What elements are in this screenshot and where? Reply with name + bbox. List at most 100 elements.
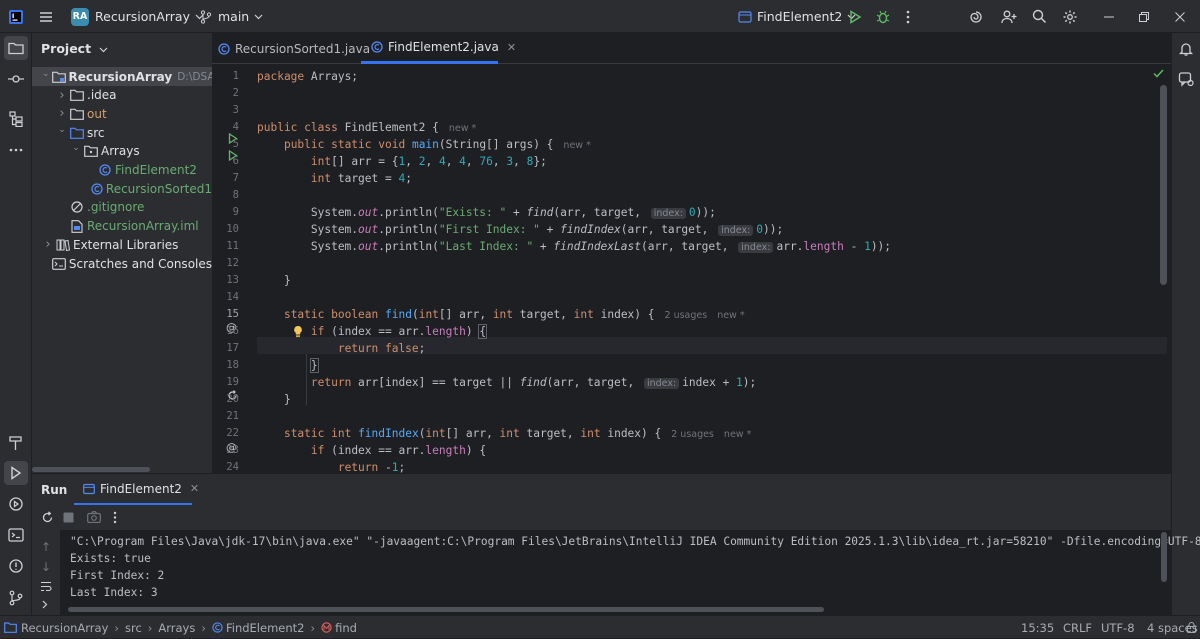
line-number[interactable]: 11 [209, 240, 239, 252]
readonly-lock-icon[interactable] [1187, 616, 1196, 639]
line-number[interactable]: 1 [209, 70, 239, 82]
file-encoding[interactable]: UTF-8 [1101, 616, 1135, 639]
chevron-right-icon[interactable]: › [56, 88, 68, 103]
more-vertical-icon[interactable] [113, 511, 117, 524]
ai-assistant-button[interactable] [968, 0, 984, 33]
tree-item-out[interactable]: › out [32, 104, 212, 123]
soft-wrap-icon[interactable] [40, 581, 52, 592]
chevron-right-icon[interactable]: › [42, 237, 54, 252]
breadcrumb-item[interactable]: Arrays [158, 621, 195, 635]
run-configuration-selector[interactable]: FindElement2 [738, 0, 856, 33]
line-number[interactable]: 9 [209, 206, 239, 218]
commit-tool-button[interactable] [4, 67, 28, 91]
tab-recursion-sorted1[interactable]: RecursionSorted1.java [218, 33, 370, 64]
close-tab-icon[interactable]: ✕ [190, 482, 199, 495]
line-separator[interactable]: CRLF [1063, 616, 1092, 639]
line-number[interactable]: 10 [209, 223, 239, 235]
arrow-up-icon[interactable]: ↑ [41, 540, 51, 554]
project-horizontal-scrollbar[interactable] [32, 466, 212, 473]
services-tool-button[interactable] [4, 492, 28, 516]
line-number[interactable]: 2 [209, 87, 239, 99]
caret-position[interactable]: 15:35 [1021, 616, 1054, 639]
line-number[interactable]: 6 [209, 155, 239, 167]
restore-button[interactable] [1139, 0, 1149, 33]
project-tool-button[interactable] [4, 36, 28, 60]
problems-tool-button[interactable] [4, 554, 28, 578]
line-number[interactable]: 15 [209, 308, 239, 320]
debug-button[interactable] [876, 0, 890, 33]
project-switcher[interactable]: RA RecursionArray [71, 0, 204, 33]
line-number[interactable]: 19 [209, 376, 239, 388]
minimize-button[interactable] [1104, 0, 1114, 33]
line-number[interactable]: 17 [209, 342, 239, 354]
scrollbar-thumb[interactable] [32, 467, 150, 472]
tree-item-recursionarray[interactable]: ⌄ RecursionArray D:\DSA\R [32, 67, 212, 86]
structure-tool-button[interactable] [4, 107, 28, 131]
notifications-button[interactable] [1178, 41, 1194, 57]
console-output[interactable]: "C:\Program Files\Java\jdk-17\bin\java.e… [60, 530, 1200, 616]
line-number[interactable]: 23 [209, 444, 239, 456]
intention-bulb-icon[interactable] [293, 325, 303, 338]
tree-item-gitignore[interactable]: .gitignore [32, 198, 212, 217]
line-number[interactable]: 3 [209, 104, 239, 116]
line-number[interactable]: 14 [209, 291, 239, 303]
tree-item-recursionarray-iml[interactable]: RecursionArray.iml [32, 217, 212, 236]
line-number[interactable]: 12 [209, 257, 239, 269]
line-number[interactable]: 4 [209, 121, 239, 133]
line-number[interactable]: 22 [209, 427, 239, 439]
breadcrumb-item[interactable]: find [335, 621, 357, 635]
intellij-logo-icon[interactable] [8, 0, 24, 33]
breadcrumb-item[interactable]: RecursionArray [21, 621, 108, 635]
tree-item-scratches-and-consoles[interactable]: Scratches and Consoles [32, 254, 212, 273]
close-tab-icon[interactable]: ✕ [507, 41, 516, 54]
run-tool-button[interactable] [4, 461, 28, 485]
run-button[interactable] [849, 0, 862, 33]
line-number[interactable]: 21 [209, 410, 239, 422]
line-number[interactable]: 20 [209, 393, 239, 405]
terminal-tool-button[interactable] [4, 523, 28, 547]
main-menu-icon[interactable] [38, 0, 54, 33]
line-number[interactable]: 16 [209, 325, 239, 337]
tree-item-arrays[interactable]: ⌄ Arrays [32, 142, 212, 161]
branch-switcher[interactable]: main [200, 0, 263, 33]
ai-chat-button[interactable] [1178, 71, 1194, 87]
tab-find-element2[interactable]: FindElement2.java ✕ [361, 33, 516, 64]
chevron-right-icon[interactable]: › [56, 106, 68, 121]
line-number[interactable]: 8 [209, 189, 239, 201]
editor-vertical-scrollbar[interactable] [1160, 85, 1167, 285]
line-number[interactable]: 18 [209, 359, 239, 371]
stop-icon[interactable] [63, 512, 74, 523]
search-everywhere-button[interactable] [1032, 0, 1047, 33]
line-number[interactable]: 13 [209, 274, 239, 286]
console-vertical-scrollbar[interactable] [1161, 532, 1167, 582]
code-with-me-button[interactable] [1001, 0, 1017, 33]
breadcrumb-item[interactable]: FindElement2 [226, 621, 305, 635]
tree-item-external-libraries[interactable]: › External Libraries [32, 235, 212, 254]
commit-icon [8, 74, 24, 84]
project-panel-header[interactable]: Project [41, 41, 108, 56]
tree-item-src[interactable]: ⌄ src [32, 123, 212, 142]
line-number[interactable]: 24 [209, 461, 239, 473]
build-tool-button[interactable] [4, 431, 28, 455]
more-actions-button[interactable] [906, 0, 910, 33]
chevron-down-icon[interactable]: ⌄ [56, 125, 68, 135]
close-button[interactable] [1175, 0, 1185, 33]
arrow-down-icon[interactable]: ↓ [41, 560, 51, 574]
code-editor[interactable]: package Arrays; public class FindElement… [257, 64, 1167, 473]
chevron-down-icon[interactable]: ⌄ [70, 143, 82, 153]
tree-item-idea[interactable]: › .idea [32, 86, 212, 105]
camera-icon[interactable] [87, 511, 101, 523]
chevron-down-icon[interactable]: ⌄ [42, 69, 50, 79]
tree-item-findelement2[interactable]: FindElement2 [32, 161, 212, 180]
line-number[interactable]: 5 [209, 138, 239, 150]
more-tools-button[interactable] [4, 138, 28, 162]
breadcrumb-item[interactable]: src [125, 621, 142, 635]
chevron-right-icon[interactable] [42, 600, 48, 609]
run-tab-find-element2[interactable]: FindElement2 ✕ [74, 474, 199, 505]
rerun-icon[interactable] [41, 511, 54, 524]
settings-button[interactable] [1062, 0, 1078, 33]
tree-item-recursionsorted1[interactable]: RecursionSorted1 [32, 179, 212, 198]
console-horizontal-scrollbar[interactable] [68, 607, 824, 612]
vcs-tool-button[interactable] [4, 586, 28, 610]
line-number[interactable]: 7 [209, 172, 239, 184]
